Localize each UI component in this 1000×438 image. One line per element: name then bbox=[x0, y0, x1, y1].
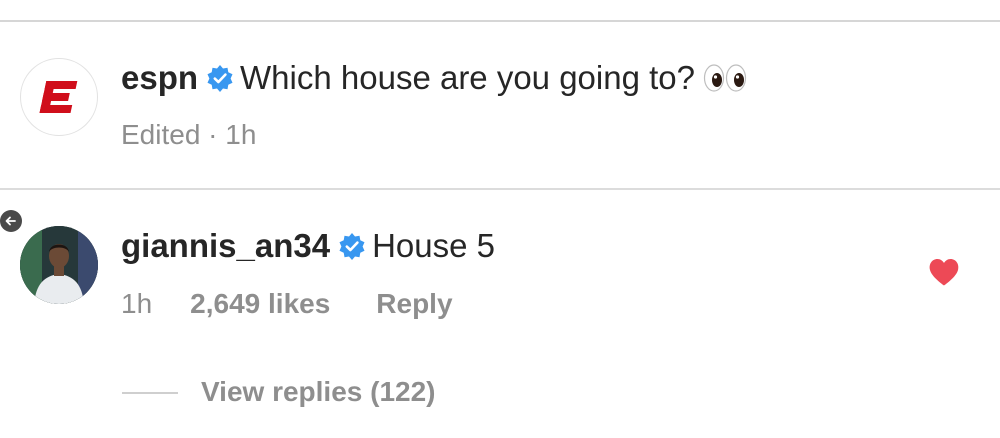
heart-icon[interactable] bbox=[928, 257, 960, 287]
top-divider bbox=[0, 20, 1000, 22]
caption-line: espn Which house are you going to? bbox=[121, 58, 747, 98]
comment-meta: 1h 2,649 likes Reply bbox=[121, 287, 453, 321]
caption-username[interactable]: espn bbox=[121, 59, 198, 96]
verified-badge-icon bbox=[338, 229, 366, 260]
view-replies-button[interactable]: View replies (122) bbox=[201, 375, 436, 409]
caption-text: Which house are you going to? bbox=[240, 59, 695, 96]
comment-time: 1h bbox=[121, 288, 153, 319]
giannis-avatar[interactable] bbox=[20, 226, 98, 304]
comment-line: giannis_an34 House 5 bbox=[121, 226, 495, 266]
espn-avatar[interactable] bbox=[20, 58, 98, 136]
back-arrow-icon[interactable] bbox=[0, 210, 22, 232]
section-divider bbox=[0, 188, 1000, 190]
verified-badge-icon bbox=[206, 61, 234, 92]
comment-username[interactable]: giannis_an34 bbox=[121, 227, 330, 264]
espn-logo-icon bbox=[39, 81, 78, 113]
eyes-emoji-icon bbox=[703, 61, 747, 92]
caption-meta: Edited · 1h bbox=[121, 119, 257, 150]
comment-text: House 5 bbox=[372, 227, 496, 264]
reply-button[interactable]: Reply bbox=[376, 288, 452, 319]
comment-likes[interactable]: 2,649 likes bbox=[190, 288, 330, 319]
view-replies-line bbox=[122, 392, 178, 394]
